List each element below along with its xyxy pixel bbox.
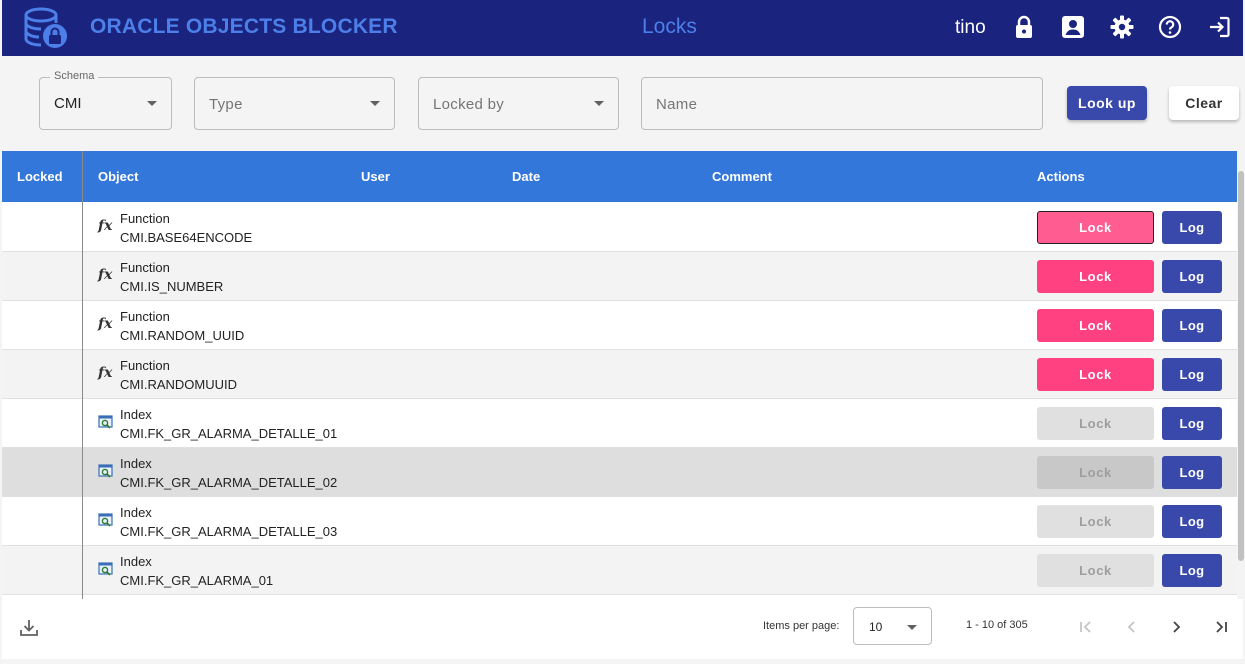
previous-page-icon[interactable]: [1120, 615, 1144, 639]
object-type: Index: [120, 505, 152, 520]
log-button[interactable]: Log: [1162, 260, 1222, 293]
object-type: Function: [120, 211, 170, 226]
schema-select[interactable]: Schema CMI: [39, 70, 172, 130]
column-header-date[interactable]: Date: [512, 169, 540, 184]
locks-table: Locked Object User Date Comment Actions …: [2, 151, 1237, 599]
object-name: CMI.IS_NUMBER: [120, 279, 224, 294]
object-name: CMI.FK_GR_ALARMA_DETALLE_02: [120, 475, 338, 490]
type-placeholder: Type: [209, 96, 243, 113]
object-type: Function: [120, 358, 170, 373]
username: tino: [955, 17, 986, 38]
items-per-page-select[interactable]: 10: [853, 607, 932, 645]
app-bar: ORACLE OBJECTS BLOCKER Locks tino: [2, 0, 1243, 56]
table-row[interactable]: fx Function CMI.RANDOM_UUID Lock Log: [2, 301, 1237, 350]
function-icon: fx: [98, 316, 113, 332]
table-scrollbar[interactable]: [1237, 151, 1245, 599]
chevron-down-icon: [907, 625, 917, 630]
object-name: CMI.FK_GR_ALARMA_01: [120, 573, 274, 588]
log-button[interactable]: Log: [1162, 505, 1222, 538]
type-select[interactable]: Type: [194, 77, 395, 130]
table-row[interactable]: Index CMI.FK_GR_ALARMA_DETALLE_02 Lock Log: [2, 448, 1237, 497]
object-type: Function: [120, 260, 170, 275]
object-type: Index: [120, 554, 152, 569]
name-input[interactable]: Name: [641, 77, 1043, 130]
items-per-page-value: 10: [869, 620, 883, 634]
table-row[interactable]: Index CMI.FK_GR_ALARMA_DETALLE_03 Lock Log: [2, 497, 1237, 546]
log-button[interactable]: Log: [1162, 554, 1222, 587]
lock-button[interactable]: Lock: [1037, 407, 1154, 440]
column-divider: [82, 151, 83, 599]
lock-icon[interactable]: [1011, 14, 1037, 40]
object-name: CMI.BASE64ENCODE: [120, 230, 253, 245]
page-title: Locks: [642, 15, 697, 38]
log-button[interactable]: Log: [1162, 407, 1222, 440]
lock-button[interactable]: Lock: [1037, 456, 1154, 489]
table-row[interactable]: fx Function CMI.BASE64ENCODE Lock Log: [2, 203, 1237, 252]
column-header-object[interactable]: Object: [98, 169, 138, 184]
database-lock-logo-icon: [24, 7, 67, 48]
lock-button[interactable]: Lock: [1037, 260, 1154, 293]
gear-icon[interactable]: [1109, 14, 1135, 40]
table-row[interactable]: fx Function CMI.IS_NUMBER Lock Log: [2, 252, 1237, 301]
lock-button[interactable]: Lock: [1037, 554, 1154, 587]
scrollbar-thumb[interactable]: [1238, 171, 1244, 561]
download-icon[interactable]: [18, 617, 40, 639]
object-name: CMI.FK_GR_ALARMA_DETALLE_03: [120, 524, 338, 539]
chevron-down-icon: [147, 101, 157, 106]
function-icon: fx: [98, 365, 113, 381]
table-row[interactable]: Index CMI.FK_GR_ALARMA_DETALLE_01 Lock Log: [2, 399, 1237, 448]
lock-button[interactable]: Lock: [1037, 211, 1154, 244]
chevron-down-icon: [594, 101, 604, 106]
table-header: Locked Object User Date Comment Actions: [2, 151, 1237, 202]
object-type: Index: [120, 407, 152, 422]
locked-by-placeholder: Locked by: [433, 96, 505, 113]
object-type: Index: [120, 456, 152, 471]
function-icon: fx: [98, 218, 113, 234]
column-header-actions: Actions: [1037, 169, 1085, 184]
object-name: CMI.RANDOM_UUID: [120, 328, 245, 343]
column-header-locked[interactable]: Locked: [17, 169, 63, 184]
page-range-label: 1 - 10 of 305: [966, 619, 1028, 631]
index-icon: [98, 463, 116, 481]
log-button[interactable]: Log: [1162, 456, 1222, 489]
index-icon: [98, 561, 116, 579]
schema-label: Schema: [50, 70, 99, 82]
last-page-icon[interactable]: [1209, 615, 1233, 639]
log-button[interactable]: Log: [1162, 358, 1222, 391]
index-icon: [98, 414, 116, 432]
log-button[interactable]: Log: [1162, 309, 1222, 342]
schema-value: CMI: [54, 95, 82, 112]
paginator: Items per page: 10 1 - 10 of 305: [2, 599, 1243, 659]
index-icon: [98, 512, 116, 530]
object-name: CMI.RANDOMUUID: [120, 377, 237, 392]
account-box-icon[interactable]: [1060, 14, 1086, 40]
column-header-comment[interactable]: Comment: [712, 169, 772, 184]
items-per-page-label: Items per page:: [763, 620, 840, 632]
first-page-icon[interactable]: [1074, 615, 1098, 639]
app-window: ORACLE OBJECTS BLOCKER Locks tino Schema…: [0, 0, 1245, 664]
lock-button[interactable]: Lock: [1037, 309, 1154, 342]
lock-button[interactable]: Lock: [1037, 358, 1154, 391]
logout-icon[interactable]: [1206, 14, 1232, 40]
name-placeholder: Name: [656, 96, 698, 113]
clear-button[interactable]: Clear: [1169, 86, 1239, 120]
app-title: ORACLE OBJECTS BLOCKER: [90, 15, 398, 38]
table-row[interactable]: fx Function CMI.RANDOMUUID Lock Log: [2, 350, 1237, 399]
filter-bar: Schema CMI Type Locked by Name Look up C…: [2, 56, 1243, 148]
next-page-icon[interactable]: [1164, 615, 1188, 639]
object-type: Function: [120, 309, 170, 324]
locked-by-select[interactable]: Locked by: [418, 77, 619, 130]
column-header-user[interactable]: User: [361, 169, 390, 184]
lookup-button[interactable]: Look up: [1067, 86, 1147, 120]
chevron-down-icon: [370, 101, 380, 106]
function-icon: fx: [98, 267, 113, 283]
help-icon[interactable]: [1157, 14, 1183, 40]
log-button[interactable]: Log: [1162, 211, 1222, 244]
table-row[interactable]: Index CMI.FK_GR_ALARMA_01 Lock Log: [2, 546, 1237, 595]
lock-button[interactable]: Lock: [1037, 505, 1154, 538]
object-name: CMI.FK_GR_ALARMA_DETALLE_01: [120, 426, 338, 441]
